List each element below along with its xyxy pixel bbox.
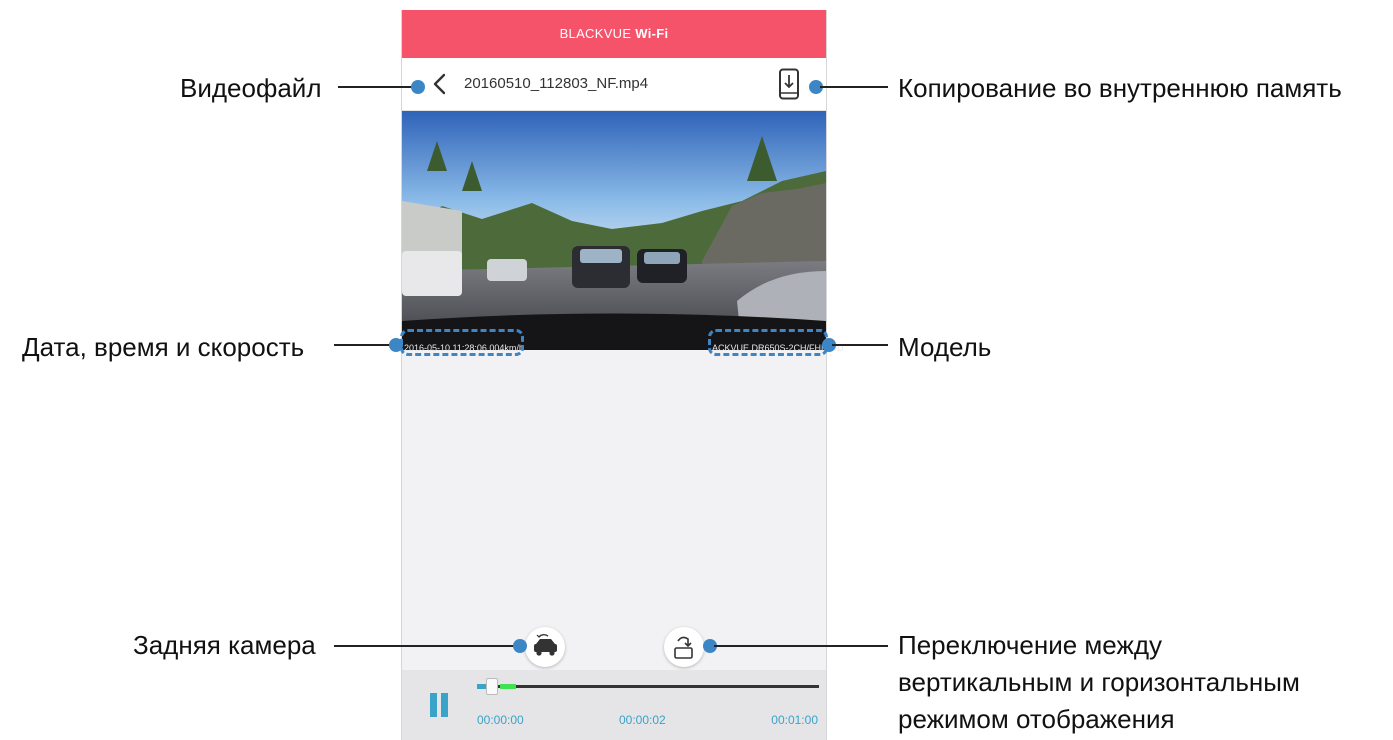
callout-line-rotate	[714, 645, 888, 647]
label-switch-line-3: режимом отображения	[898, 704, 1175, 734]
callout-line-rear	[334, 645, 518, 647]
playback-bar: 00:00:00 00:00:02 00:01:00	[402, 670, 826, 740]
file-toolbar: 20160510_112803_NF.mp4	[402, 58, 826, 111]
time-end: 00:01:00	[771, 713, 818, 727]
callout-line-model	[832, 344, 888, 346]
label-switch-line-1: Переключение между	[898, 630, 1163, 660]
callout-dot-video-file	[411, 80, 425, 94]
app-header: BLACKVUE Wi-Fi	[402, 10, 826, 58]
chevron-left-icon	[433, 73, 446, 95]
seek-handle[interactable]	[486, 678, 498, 695]
callout-dot-datetime	[389, 338, 403, 352]
datetime-highlight	[400, 329, 524, 356]
seek-track[interactable]	[477, 684, 819, 689]
video-filename: 20160510_112803_NF.mp4	[464, 75, 649, 92]
callout-dot-rear	[513, 639, 527, 653]
label-rear-camera: Задняя камера	[133, 630, 316, 660]
dashcam-video-frame	[402, 111, 826, 350]
phone-screen: BLACKVUE Wi-Fi 20160510_112803_NF.mp4 00…	[401, 10, 827, 740]
pause-icon-bar	[441, 693, 448, 717]
time-current: 00:00:02	[619, 713, 666, 727]
orientation-toggle-button[interactable]	[664, 627, 704, 667]
buffered-segment	[500, 684, 516, 689]
callout-line-copy	[820, 86, 888, 88]
time-start: 00:00:00	[477, 713, 524, 727]
label-datetime-speed: Дата, время и скорость	[22, 332, 305, 362]
label-switch-line-2: вертикальным и горизонтальным	[898, 667, 1300, 697]
app-brand-suffix: Wi-Fi	[635, 26, 669, 41]
label-video-file: Видеофайл	[180, 73, 322, 103]
phone-download-icon	[779, 68, 799, 100]
label-copy-internal: Копирование во внутреннюю память	[898, 73, 1342, 103]
back-button[interactable]	[430, 72, 450, 96]
copy-to-internal-button[interactable]	[778, 68, 800, 100]
pause-button[interactable]	[430, 693, 450, 717]
rear-camera-button[interactable]	[525, 627, 565, 667]
rear-car-camera-icon	[534, 634, 557, 656]
callout-line-datetime	[334, 344, 396, 346]
screen-rotate-icon	[674, 636, 693, 659]
model-highlight	[708, 329, 828, 356]
video-player-frame[interactable]	[402, 111, 826, 350]
pause-icon	[430, 693, 437, 717]
callout-line-video-file	[338, 86, 416, 88]
app-brand: BLACKVUE	[559, 26, 632, 41]
label-model: Модель	[898, 332, 992, 362]
